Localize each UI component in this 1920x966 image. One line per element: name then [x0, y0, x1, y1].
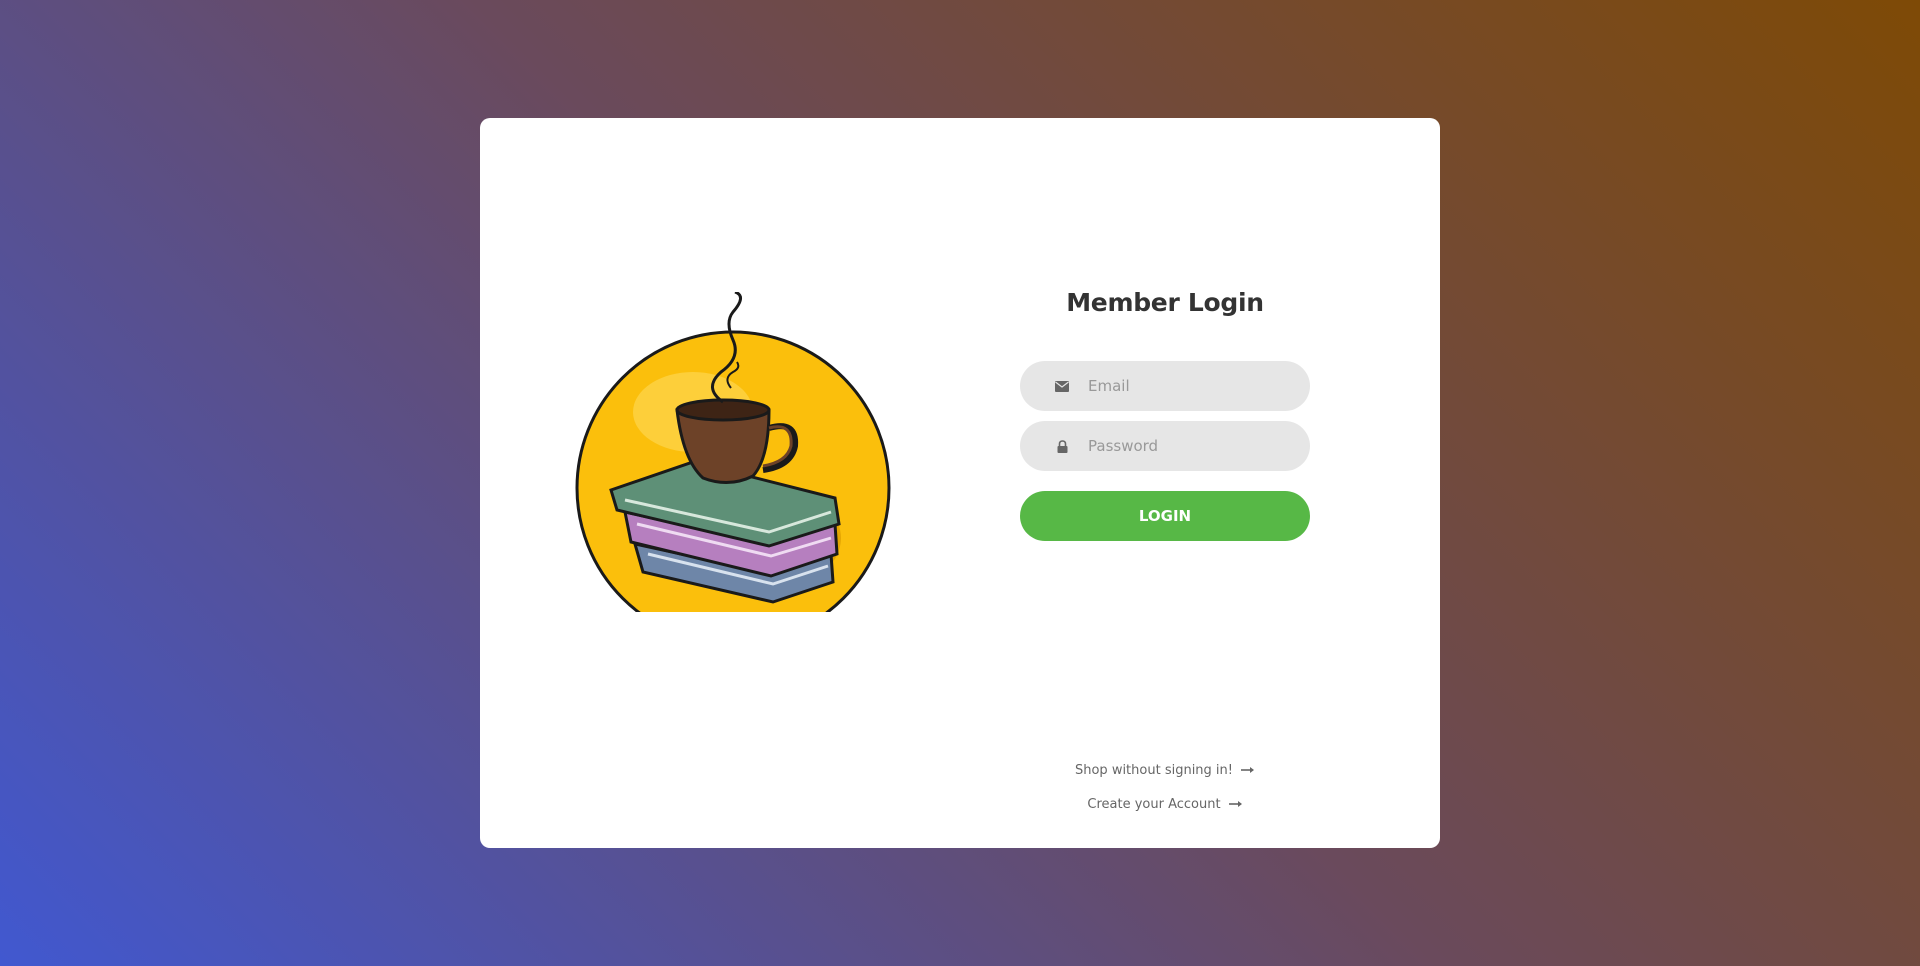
shop-link-label: Shop without signing in!: [1074, 762, 1233, 778]
login-card: Member Login LOGIN Shop without s: [480, 118, 1440, 848]
email-field[interactable]: [1020, 361, 1310, 411]
logo: [573, 292, 893, 612]
envelope-icon: [1054, 378, 1070, 394]
login-form: Member Login LOGIN: [1020, 288, 1310, 541]
long-arrow-right-icon: [1241, 767, 1254, 773]
footer-links: Shop without signing in! Create your Acc…: [1020, 760, 1310, 828]
login-button[interactable]: LOGIN: [1020, 491, 1310, 541]
page-title: Member Login: [1066, 288, 1264, 317]
long-arrow-right-icon: [1228, 801, 1242, 807]
password-field[interactable]: [1020, 421, 1310, 471]
create-account-link[interactable]: Create your Account: [1020, 794, 1310, 814]
shop-without-signin-link[interactable]: Shop without signing in!: [1020, 760, 1310, 780]
lock-icon: [1054, 438, 1070, 454]
create-account-label: Create your Account: [1087, 796, 1221, 812]
coffee-books-logo-icon: [575, 292, 891, 612]
